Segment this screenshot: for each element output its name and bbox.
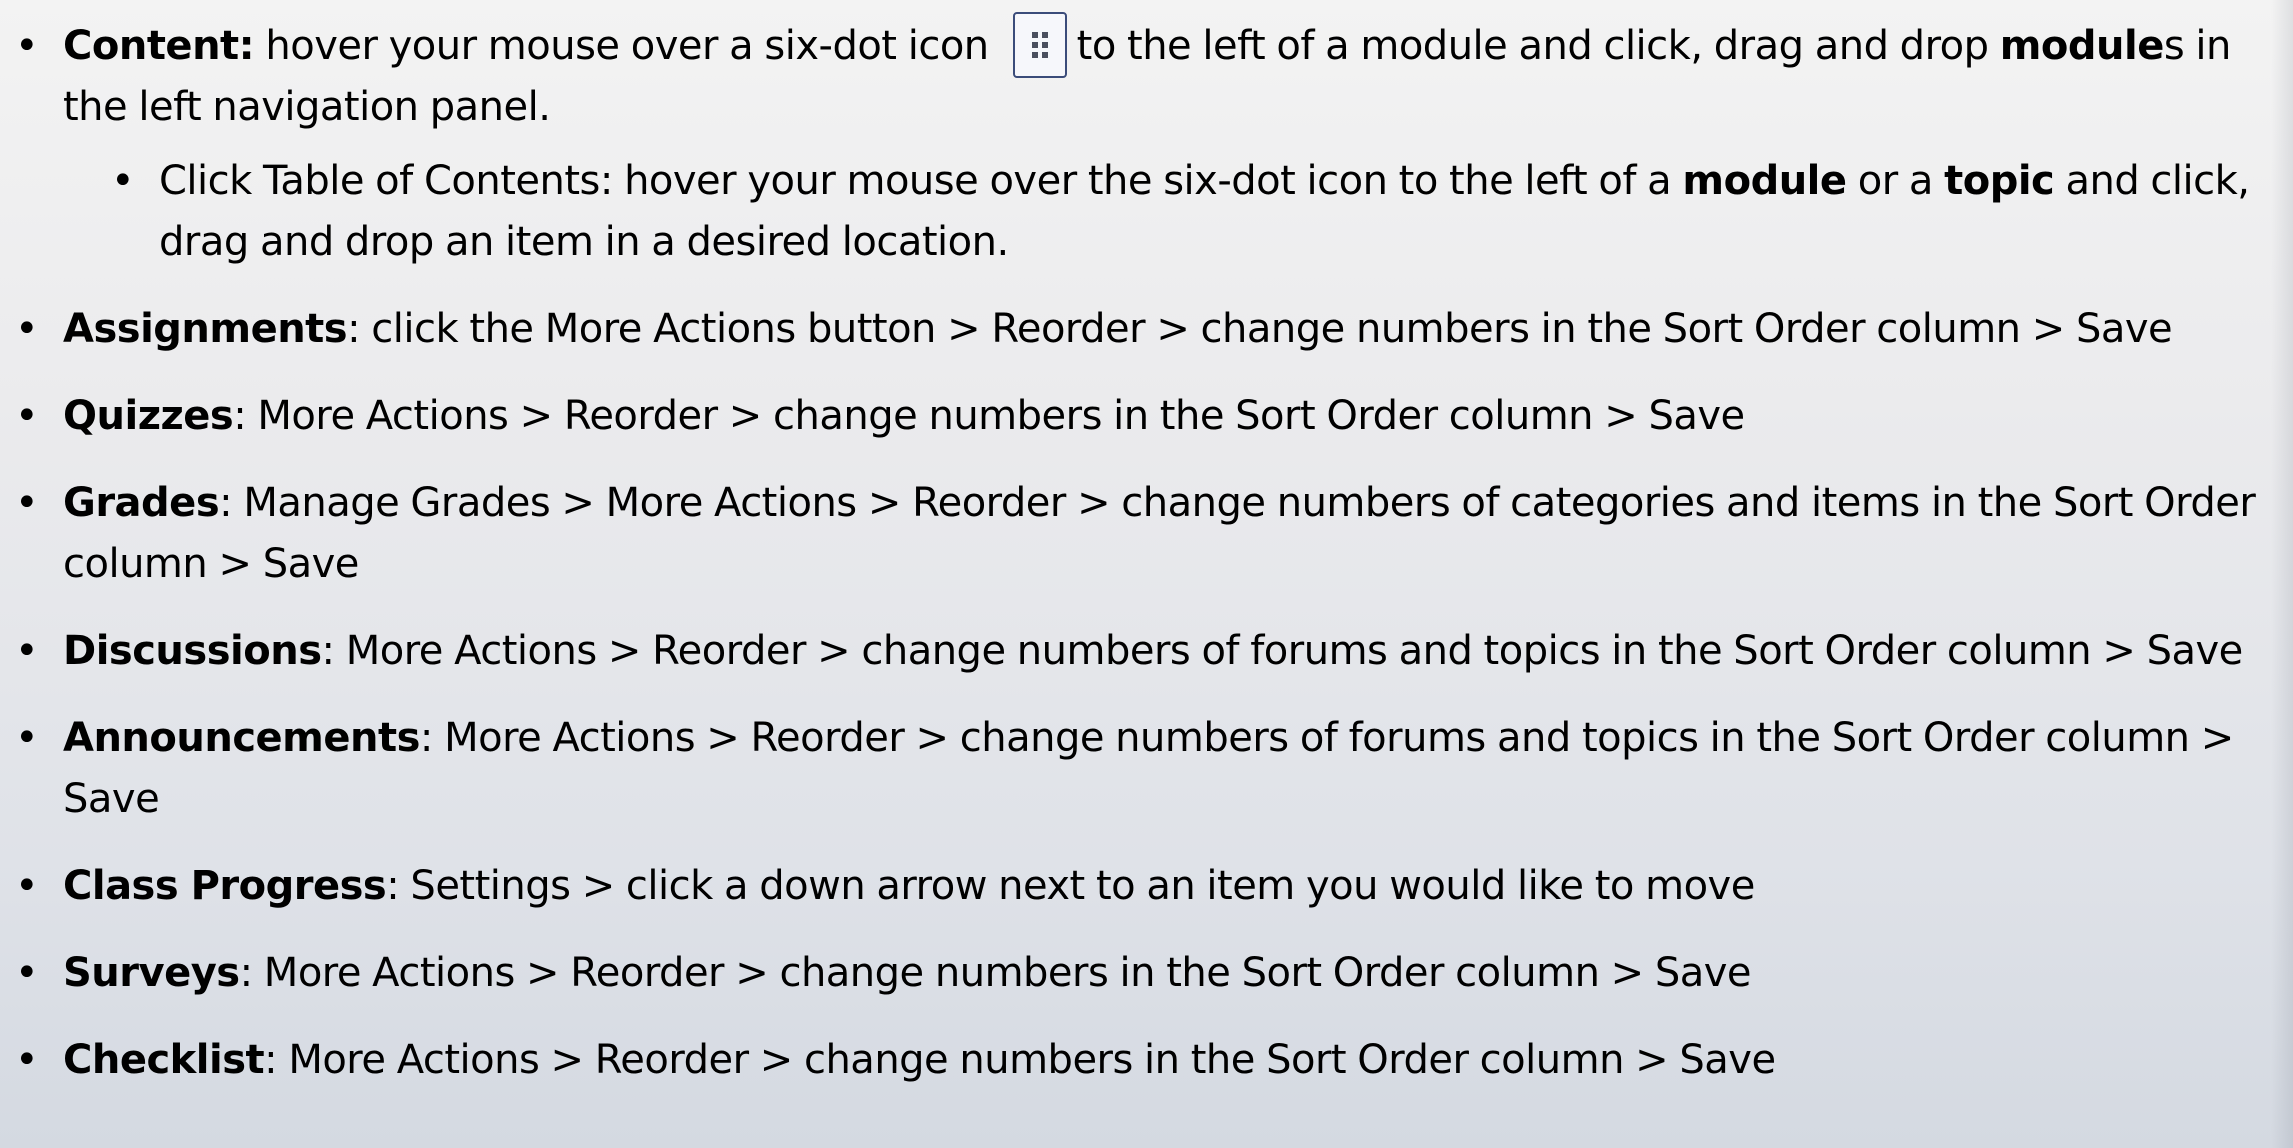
list-item-surveys: Surveys: More Actions > Reorder > change… (0, 943, 2270, 1004)
sub-item-text: or a (1846, 158, 1945, 204)
item-label: Discussions (63, 628, 322, 674)
slide-edge-shadow (2271, 0, 2293, 1148)
list-item-quizzes: Quizzes: More Actions > Reorder > change… (0, 386, 2270, 447)
sub-item-bold-text: module (1682, 158, 1847, 204)
list-item-checklist: Checklist: More Actions > Reorder > chan… (0, 1030, 2270, 1091)
item-label: Assignments (63, 306, 348, 352)
item-text: : click the More Actions button > Reorde… (347, 306, 2173, 352)
item-label: Surveys (63, 950, 240, 996)
item-label: Checklist (63, 1037, 265, 1083)
list-item-grades: Grades: Manage Grades > More Actions > R… (0, 473, 2270, 595)
list-item-announcements: Announcements: More Actions > Reorder > … (0, 708, 2270, 830)
item-text: : More Actions > Reorder > change number… (264, 1037, 1776, 1083)
list-item-content: Content: hover your mouse over a six-dot… (0, 12, 2270, 273)
item-text: : More Actions > Reorder > change number… (239, 950, 1752, 996)
item-text: hover your mouse over a six-dot icon (254, 23, 989, 69)
item-label: Class Progress (63, 863, 387, 909)
list-item-assignments: Assignments: click the More Actions butt… (0, 299, 2270, 360)
list-item-discussions: Discussions: More Actions > Reorder > ch… (0, 621, 2270, 682)
item-label: Quizzes (63, 393, 234, 439)
six-dot-drag-handle-icon (1012, 12, 1067, 78)
item-text: : Settings > click a down arrow next to … (386, 863, 1755, 909)
sub-item-bold-text: topic (1944, 158, 2055, 204)
item-label: Grades (63, 480, 220, 526)
content-sub-list: Click Table of Contents: hover your mous… (63, 151, 2270, 273)
list-item-class-progress: Class Progress: Settings > click a down … (0, 856, 2270, 917)
item-text: : Manage Grades > More Actions > Reorder… (63, 480, 2256, 587)
item-text: : More Actions > Reorder > change number… (321, 628, 2244, 674)
item-bold-text: module (1999, 23, 2165, 69)
item-label: Announcements (63, 715, 420, 761)
item-text: to the left of a module and click, drag … (1076, 23, 2000, 69)
item-text: : More Actions > Reorder > change number… (233, 393, 1745, 439)
reorder-instructions-list: Content: hover your mouse over a six-dot… (0, 12, 2270, 1091)
sub-list-item-table-of-contents: Click Table of Contents: hover your mous… (63, 151, 2270, 273)
item-label: Content: (63, 23, 255, 69)
sub-item-text: Click Table of Contents: hover your mous… (159, 158, 1683, 204)
